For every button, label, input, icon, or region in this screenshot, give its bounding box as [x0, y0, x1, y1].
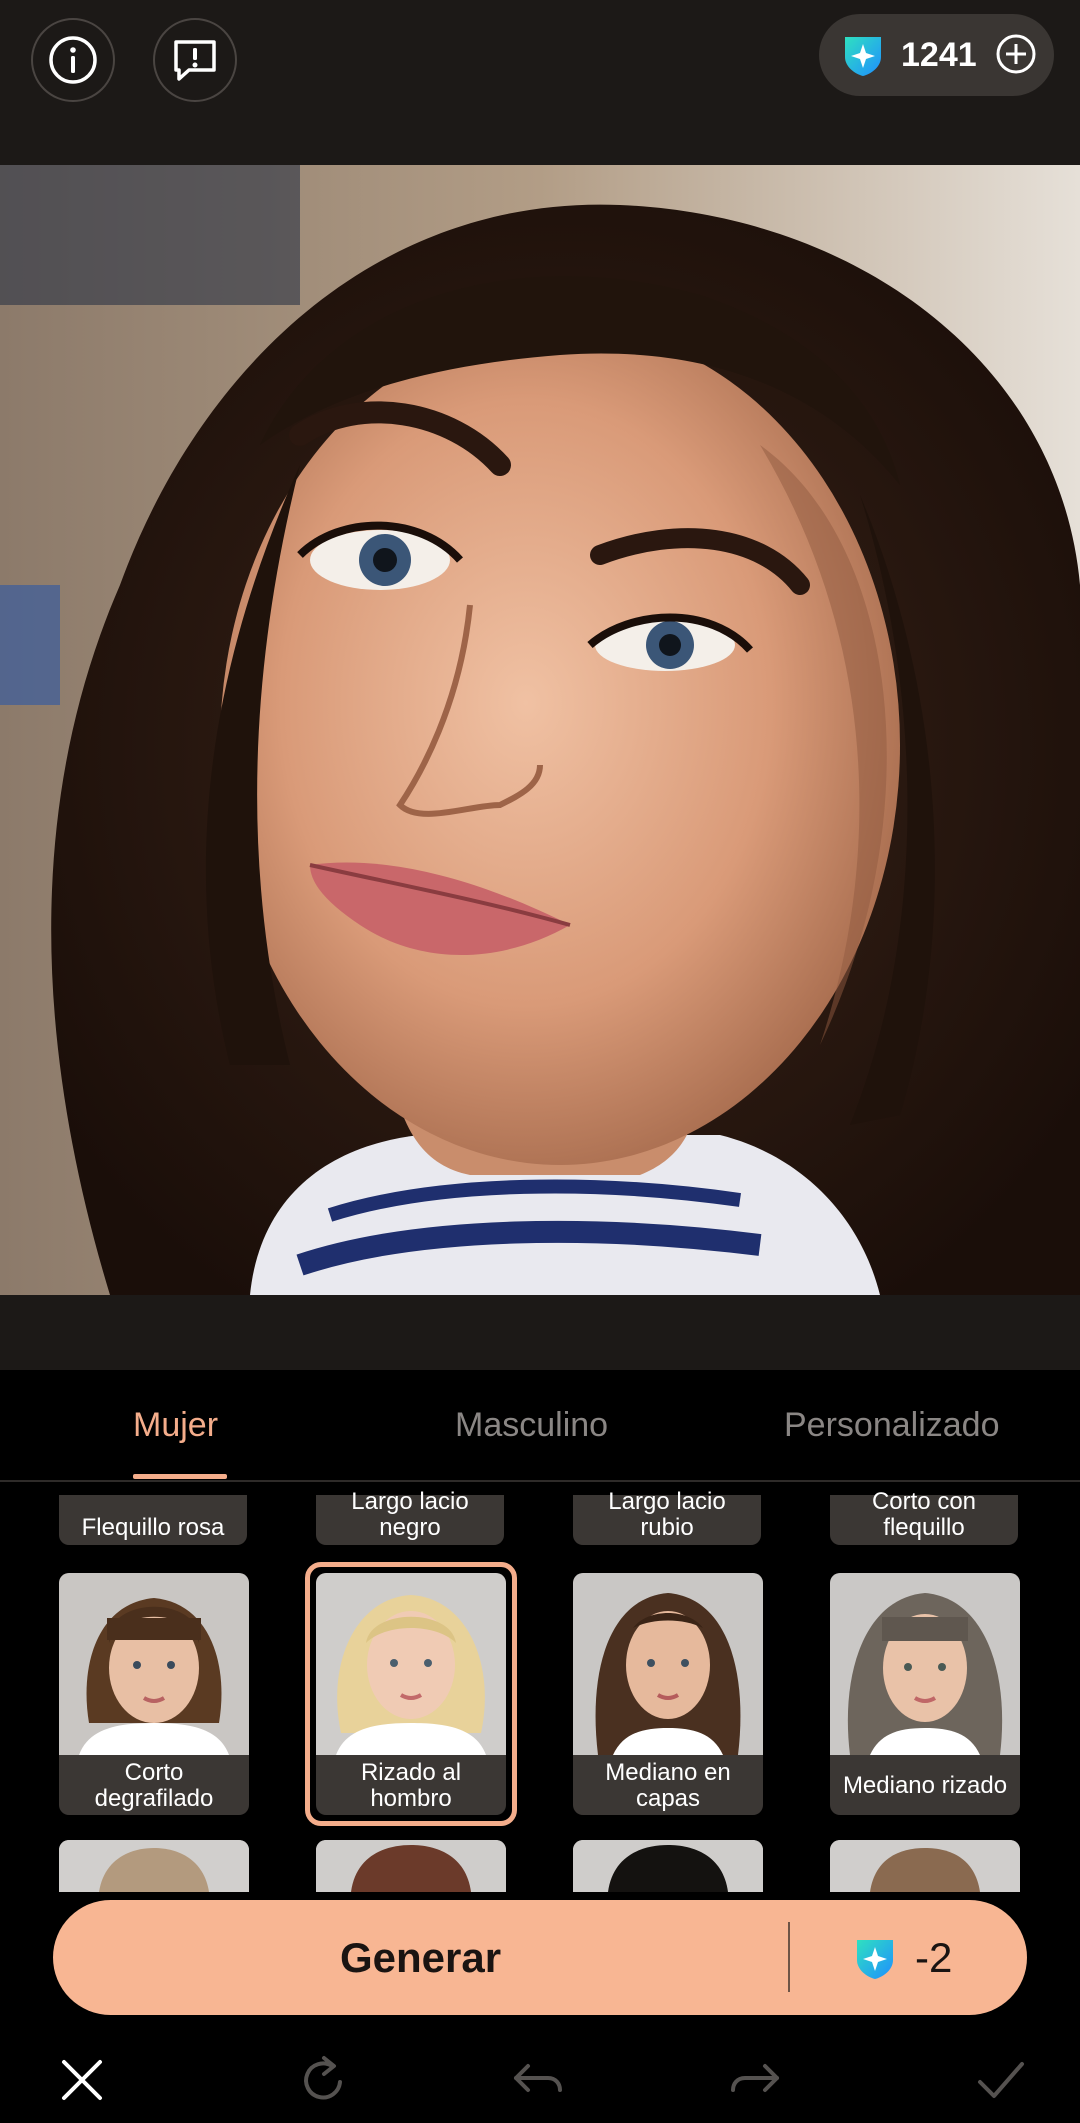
style-caption: Mediano en capas	[605, 1759, 731, 1812]
portrait-photo	[0, 165, 1080, 1295]
style-caption: Corto degrafilado	[94, 1759, 214, 1812]
tab-personalizado[interactable]: Personalizado	[784, 1406, 999, 1445]
style-card-mediano-rizado[interactable]: Mediano rizado	[830, 1573, 1020, 1815]
info-button[interactable]	[31, 18, 115, 102]
close-icon[interactable]	[54, 2052, 110, 2108]
cost-value: -2	[915, 1933, 953, 1981]
credits-pill[interactable]: 1241	[819, 14, 1054, 96]
generate-label: Generar	[339, 1933, 502, 1981]
selected-style-ring	[305, 1562, 517, 1826]
style-thumbnail	[59, 1573, 249, 1755]
style-thumbnail	[573, 1840, 763, 1892]
style-thumbnail	[830, 1573, 1020, 1755]
style-card-corto-degrafilado[interactable]: Corto degrafilado	[59, 1573, 249, 1815]
tab-mujer[interactable]: Mujer	[133, 1406, 218, 1445]
credit-gem-icon	[857, 1939, 893, 1979]
check-icon[interactable]	[972, 2052, 1028, 2108]
photo-bottom-strip	[0, 1295, 1080, 1370]
style-card-peek[interactable]	[830, 1840, 1020, 1892]
generate-cost: -2	[851, 1900, 952, 2015]
report-icon	[174, 40, 216, 81]
category-tabs: Mujer Masculino Personalizado	[0, 1370, 1080, 1482]
credit-gem-icon	[845, 37, 881, 76]
active-tab-indicator	[133, 1474, 227, 1479]
plus-circle-icon[interactable]	[994, 32, 1038, 76]
style-thumbnail	[316, 1840, 506, 1892]
style-caption: Mediano rizado	[842, 1772, 1008, 1799]
generate-separator	[788, 1922, 790, 1992]
undo-icon[interactable]	[510, 2052, 566, 2108]
style-thumbnail	[573, 1573, 763, 1755]
info-icon	[49, 36, 97, 84]
style-thumbnail	[830, 1840, 1020, 1892]
style-card-mediano-en-capas[interactable]: Mediano en capas	[573, 1573, 763, 1815]
style-label-corto-con-flequillo[interactable]: Corto con flequillo	[830, 1489, 1018, 1545]
style-card-peek[interactable]	[59, 1840, 249, 1892]
generate-button[interactable]: Generar -2	[53, 1900, 1027, 2015]
style-thumbnail	[59, 1840, 249, 1892]
credits-count: 1241	[901, 35, 977, 74]
style-card-peek[interactable]	[573, 1840, 763, 1892]
tab-masculino[interactable]: Masculino	[455, 1406, 608, 1445]
redo-icon[interactable]	[727, 2052, 783, 2108]
report-button[interactable]	[153, 18, 237, 102]
top-bar: 1241	[0, 0, 1080, 165]
style-label-largo-lacio-negro[interactable]: Largo lacio negro	[316, 1489, 504, 1545]
style-label-flequillo-rosa[interactable]: Flequillo rosa	[59, 1495, 247, 1545]
tabs-divider	[0, 1480, 1080, 1482]
style-card-peek[interactable]	[316, 1840, 506, 1892]
style-label-largo-lacio-rubio[interactable]: Largo lacio rubio	[573, 1489, 761, 1545]
refresh-icon[interactable]	[296, 2052, 352, 2108]
bottom-toolbar	[0, 2030, 1080, 2123]
